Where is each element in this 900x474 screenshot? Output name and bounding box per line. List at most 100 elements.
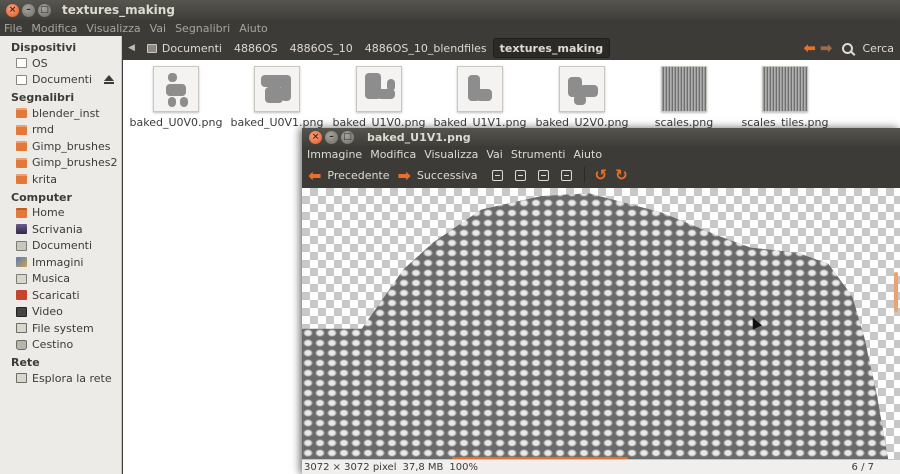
sidebar-item[interactable]: OS <box>0 55 121 72</box>
file-item[interactable]: baked_U0V1.png <box>227 66 327 129</box>
viewer-statusbar: 3072 × 3072 pixel 37,8 MB 100% 6 / 7 <box>302 459 900 474</box>
viewer-maximize-button[interactable]: □ <box>341 130 354 144</box>
sidebar-item[interactable]: Gimp_brushes <box>0 138 121 155</box>
sidebar-item[interactable]: Scrivania <box>0 221 121 238</box>
sidebar-item[interactable]: krita <box>0 171 121 188</box>
forward-arrow-icon[interactable]: ➡ <box>820 39 833 57</box>
previous-arrow-icon: ⬅ <box>308 165 322 185</box>
sidebar-item[interactable]: Esplora la rete <box>0 370 121 387</box>
sidebar-item-label: Video <box>32 305 63 319</box>
menu-item-file[interactable]: File <box>4 22 22 35</box>
sidebar-item[interactable]: Documenti <box>0 238 121 255</box>
breadcrumb-item[interactable]: Documenti <box>141 38 228 58</box>
sidebar-item[interactable]: Cestino <box>0 337 121 354</box>
viewer-menu-immagine[interactable]: Immagine <box>307 148 362 161</box>
sidebar-item[interactable]: rmd <box>0 122 121 139</box>
desktop-icon <box>16 224 27 235</box>
viewer-menu-visualizza[interactable]: Visualizza <box>424 148 478 161</box>
minimize-window-button[interactable]: – <box>22 3 35 17</box>
sidebar-item-label: Gimp_brushes2 <box>32 156 118 170</box>
drive-icon <box>16 58 27 69</box>
breadcrumb-label: 4886OS <box>233 41 278 55</box>
trash-icon <box>16 339 27 350</box>
zoom-level: 100% <box>449 461 479 473</box>
viewer-menu-strumenti[interactable]: Strumenti <box>511 148 566 161</box>
image-file-size: 37,8 MB <box>402 461 444 473</box>
home-icon <box>16 207 27 218</box>
file-item[interactable]: baked_U2V0.png <box>532 66 632 129</box>
file-thumbnail <box>457 66 503 112</box>
documents-icon <box>16 240 27 251</box>
breadcrumb-item[interactable]: 4886OS_10 <box>284 38 359 58</box>
menu-item-aiuto[interactable]: Aiuto <box>239 22 268 35</box>
viewer-menubar: Immagine Modifica Visualizza Vai Strumenti Ai… <box>302 146 900 162</box>
sidebar-item[interactable]: Gimp_brushes2 <box>0 155 121 172</box>
file-item[interactable]: baked_U1V0.png <box>329 66 429 129</box>
drive-icon <box>16 74 27 85</box>
rotate-left-icon[interactable]: ↺ <box>595 166 608 184</box>
viewer-menu-aiuto[interactable]: Aiuto <box>573 148 602 161</box>
sidebar-item[interactable]: Musica <box>0 271 121 288</box>
file-thumbnail <box>762 66 808 112</box>
file-thumbnail <box>153 66 199 112</box>
breadcrumb-label: 4886OS_10_blendfiles <box>364 41 487 55</box>
menu-item-vai[interactable]: Vai <box>150 22 166 35</box>
menu-item-segnalibri[interactable]: Segnalibri <box>175 22 230 35</box>
close-window-button[interactable]: × <box>6 3 19 17</box>
file-item[interactable]: scales_tiles.png <box>735 66 835 129</box>
videos-icon <box>16 306 27 317</box>
breadcrumb-item[interactable]: 4886OS <box>228 38 284 58</box>
sidebar-item[interactable]: Scaricati <box>0 287 121 304</box>
sidebar-item-label: Gimp_brushes <box>32 139 111 153</box>
zoom-fit-icon[interactable] <box>560 169 572 181</box>
next-label: Successiva <box>416 168 478 182</box>
maximize-window-button[interactable]: □ <box>38 3 51 17</box>
menu-item-visualizza[interactable]: Visualizza <box>86 22 140 35</box>
rotate-right-icon[interactable]: ↻ <box>615 166 628 184</box>
sidebar-item-label: Scaricati <box>32 288 80 302</box>
image-canvas[interactable] <box>302 188 900 459</box>
menu-item-modifica[interactable]: Modifica <box>31 22 77 35</box>
vertical-scrollbar[interactable] <box>894 272 898 312</box>
image-counter: 6 / 7 <box>851 461 874 473</box>
sidebar-item-label: Documenti <box>32 73 93 87</box>
path-bar-actions: ⬅ ➡ Cerca <box>799 36 894 60</box>
viewer-minimize-button[interactable]: – <box>325 130 338 144</box>
sidebar-item[interactable]: Video <box>0 304 121 321</box>
zoom-normal-icon[interactable] <box>537 169 549 181</box>
next-button[interactable]: ➡ Successiva <box>398 166 478 185</box>
previous-button[interactable]: ⬅ Precedente <box>308 166 390 185</box>
zoom-out-icon[interactable] <box>514 169 526 181</box>
folder-icon <box>16 174 27 185</box>
next-arrow-icon: ➡ <box>397 165 411 185</box>
sidebar-item-label: blender_inst <box>32 106 100 120</box>
sidebar-item[interactable]: Home <box>0 205 121 222</box>
sidebar-item[interactable]: Immagini <box>0 254 121 271</box>
breadcrumb: Documenti 4886OS 4886OS_10 4886OS_10_blendf… <box>141 38 611 58</box>
texture-image <box>302 193 889 459</box>
viewer-toolbar: ⬅ Precedente ➡ Successiva ↺ ↻ <box>302 162 900 188</box>
back-arrow-icon[interactable]: ⬅ <box>803 39 816 57</box>
folder-icon <box>16 141 27 152</box>
breadcrumb-item[interactable]: 4886OS_10_blendfiles <box>359 38 493 58</box>
window-title: textures_making <box>62 3 175 17</box>
sidebar-item-label: Immagini <box>32 255 84 269</box>
sidebar-item[interactable]: File system <box>0 320 121 337</box>
viewer-close-button[interactable]: × <box>309 130 322 144</box>
viewer-menu-vai[interactable]: Vai <box>486 148 502 161</box>
file-manager-menubar: File Modifica Visualizza Vai Segnalibri Aiuto <box>0 20 900 36</box>
zoom-in-icon[interactable] <box>491 169 503 181</box>
viewer-menu-modifica[interactable]: Modifica <box>370 148 416 161</box>
breadcrumb-item[interactable]: textures_making <box>492 38 611 58</box>
eject-icon[interactable] <box>104 74 114 84</box>
file-item[interactable]: baked_U0V0.png <box>126 66 226 129</box>
search-icon[interactable] <box>842 42 854 54</box>
search-label[interactable]: Cerca <box>862 42 894 55</box>
file-item[interactable]: baked_U1V1.png <box>430 66 530 129</box>
breadcrumb-label: textures_making <box>499 41 604 55</box>
breadcrumb-label: Documenti <box>161 41 222 55</box>
file-item[interactable]: scales.png <box>634 66 734 129</box>
sidebar-item[interactable]: blender_inst <box>0 105 121 122</box>
path-scroll-left-icon[interactable]: ◀ <box>128 43 135 53</box>
sidebar-item[interactable]: Documenti <box>0 72 121 89</box>
